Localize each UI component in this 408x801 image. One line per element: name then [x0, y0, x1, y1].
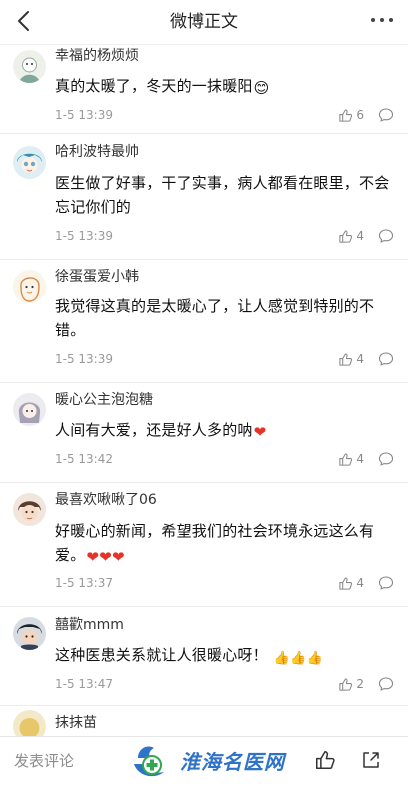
avatar[interactable] [13, 493, 46, 526]
comment-text: 真的太暖了，冬天的一抹暖阳😊 [55, 74, 395, 100]
page-title: 微博正文 [170, 12, 238, 32]
heart-emoji: ❤❤❤ [86, 548, 125, 566]
like-button[interactable]: 6 [338, 106, 364, 124]
like-count: 6 [356, 108, 364, 122]
reply-bubble-icon [378, 452, 394, 466]
comment-list: 幸福的杨烦烦 真的太暖了，冬天的一抹暖阳😊 1-5 13:39 6 哈利波特最帅… [0, 44, 408, 734]
comment-time: 1-5 13:42 [55, 452, 113, 466]
comment-username[interactable]: 幸福的杨烦烦 [55, 47, 139, 65]
site-watermark: 淮海名医网 [128, 740, 298, 786]
medical-cross-logo-icon [134, 746, 164, 777]
watermark-text: 淮海名医网 [180, 750, 285, 774]
comment-item: 最喜欢啾啾了06 好暖心的新闻，希望我们的社会环境永远这么有爱。❤❤❤ 1-5 … [0, 483, 408, 607]
reply-bubble-icon [378, 576, 394, 590]
like-count: 4 [356, 452, 364, 466]
reply-button[interactable] [378, 228, 394, 244]
heart-emoji: ❤ [253, 423, 267, 441]
avatar[interactable] [13, 617, 46, 650]
reply-button[interactable] [378, 575, 394, 591]
comment-username[interactable]: 囍歡mmm [55, 616, 124, 634]
avatar[interactable] [13, 146, 46, 179]
comment-text-body: 这种医患关系就让人很暖心呀！ [55, 646, 268, 664]
reply-button[interactable] [378, 451, 394, 467]
comment-username[interactable]: 暖心公主泡泡糖 [55, 391, 153, 409]
like-button[interactable]: 4 [338, 574, 364, 592]
comment-text: 医生做了好事，干了实事，病人都看在眼里，不会忘记你们的 [55, 174, 390, 216]
more-button[interactable] [368, 10, 396, 30]
thumbs-up-icon [339, 229, 353, 243]
thumbs-up-icon [339, 108, 353, 122]
top-nav-bar: 微博正文 [0, 0, 408, 45]
comment-time: 1-5 13:37 [55, 576, 113, 590]
comment-time: 1-5 13:39 [55, 108, 113, 122]
share-icon [363, 752, 379, 768]
comment-text: 我觉得这真的是太暖心了，让人感觉到特别的不错。 [55, 297, 375, 339]
reply-bubble-icon [378, 352, 394, 366]
share-button[interactable] [360, 749, 382, 771]
like-post-button[interactable] [314, 749, 336, 771]
like-button[interactable]: 4 [338, 450, 364, 468]
comment-text-body: 人间有大爱，还是好人多的呐 [55, 421, 253, 439]
comment-item: 幸福的杨烦烦 真的太暖了，冬天的一抹暖阳😊 1-5 13:39 6 [0, 44, 408, 134]
avatar[interactable] [13, 270, 46, 303]
like-count: 4 [356, 352, 364, 366]
comment-username[interactable]: 哈利波特最帅 [55, 143, 139, 161]
comment-time: 1-5 13:39 [55, 352, 113, 366]
thumbs-up-icon [339, 352, 353, 366]
avatar[interactable] [13, 50, 46, 83]
like-count: 4 [356, 576, 364, 590]
thumbs-up-icon [339, 452, 353, 466]
reply-button[interactable] [378, 107, 394, 123]
thumbs-up-icon [339, 576, 353, 590]
thumbs-up-icon [315, 750, 335, 770]
comment-item: 暖心公主泡泡糖 人间有大爱，还是好人多的呐❤ 1-5 13:42 4 [0, 383, 408, 483]
compose-comment-button[interactable]: 发表评论 [14, 751, 74, 771]
more-dots-icon [371, 18, 393, 22]
reply-bubble-icon [378, 229, 394, 243]
comment-time: 1-5 13:39 [55, 229, 113, 243]
comment-username[interactable]: 徐蛋蛋爱小韩 [55, 268, 139, 286]
blush-emoji: 😊 [253, 79, 270, 97]
like-button[interactable]: 4 [338, 227, 364, 245]
reply-button[interactable] [378, 351, 394, 367]
like-button[interactable]: 4 [338, 350, 364, 368]
comment-username[interactable]: 最喜欢啾啾了06 [55, 491, 157, 509]
reply-bubble-icon [378, 108, 394, 122]
comment-text-body: 真的太暖了，冬天的一抹暖阳 [55, 77, 253, 95]
avatar[interactable] [13, 393, 46, 426]
like-count: 4 [356, 229, 364, 243]
comment-text: 人间有大爱，还是好人多的呐❤ [55, 418, 395, 444]
comment-item: 徐蛋蛋爱小韩 我觉得这真的是太暖心了，让人感觉到特别的不错。 1-5 13:39… [0, 260, 408, 383]
comment-item: 哈利波特最帅 医生做了好事，干了实事，病人都看在眼里，不会忘记你们的 1-5 1… [0, 134, 408, 260]
comment-username[interactable]: 抹抹苗 [55, 714, 97, 732]
comment-item-partial: 抹抹苗 [0, 666, 408, 743]
comment-text: 好暖心的新闻，希望我们的社会环境永远这么有爱。❤❤❤ [55, 519, 395, 569]
